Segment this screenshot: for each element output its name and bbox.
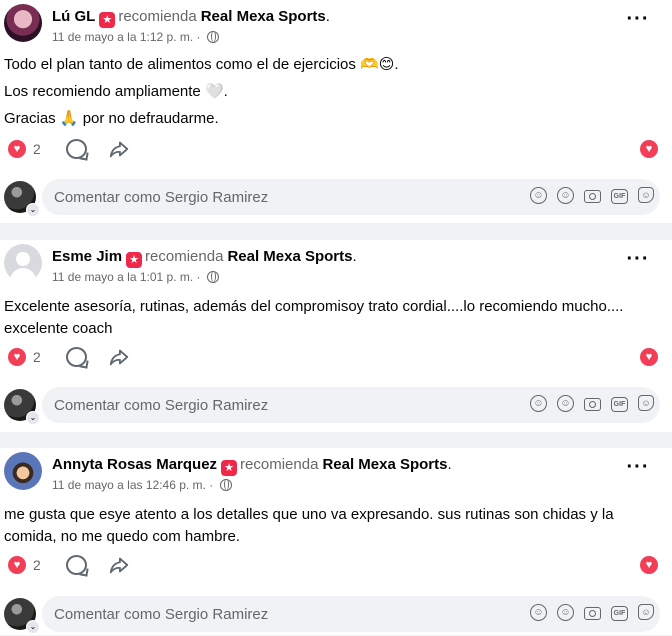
sticker-icon[interactable]: ☺: [638, 187, 654, 203]
chevron-down-icon[interactable]: ⌄: [26, 411, 40, 425]
emoji-icon[interactable]: ☺: [557, 395, 574, 412]
globe-icon: [219, 479, 232, 491]
post-body: Todo el plan tanto de alimentos como el …: [4, 54, 399, 135]
post-timestamp[interactable]: 11 de mayo a la 1:01 p. m. ·: [52, 270, 219, 284]
gif-icon[interactable]: GIF: [611, 397, 628, 412]
share-icon[interactable]: [108, 346, 130, 368]
author-name[interactable]: Annyta Rosas Marquez: [52, 456, 217, 473]
share-icon[interactable]: [108, 138, 130, 160]
post-header: Esme Jim ★ recomienda Real Mexa Sports. 11 …: [0, 240, 672, 290]
avatar-sticker-icon[interactable]: ☺: [530, 395, 547, 412]
post-paragraph: Gracias 🙏 por no defraudarme.: [4, 110, 219, 127]
post-paragraph: me gusta que esye atento a los detalles …: [4, 506, 614, 545]
comment-tools: ☺ ☺ GIF ☺: [520, 187, 654, 207]
recommend-star-icon: ★: [99, 12, 116, 28]
post-timestamp[interactable]: 11 de mayo a la 1:12 p. m. ·: [52, 30, 219, 44]
recommend-star-icon: ★: [221, 460, 238, 476]
sticker-icon[interactable]: ☺: [638, 604, 654, 620]
page-name[interactable]: Real Mexa Sports: [322, 456, 447, 473]
chevron-down-icon[interactable]: ⌄: [26, 203, 40, 217]
love-reaction-icon[interactable]: ♥: [640, 140, 658, 158]
camera-icon[interactable]: [584, 607, 601, 620]
avatar-sticker-icon[interactable]: ☺: [530, 604, 547, 621]
avatar-sticker-icon[interactable]: ☺: [530, 187, 547, 204]
post-timestamp[interactable]: 11 de mayo a las 12:46 p. m. ·: [52, 478, 232, 492]
page-name[interactable]: Real Mexa Sports: [227, 248, 352, 265]
page-name[interactable]: Real Mexa Sports: [201, 8, 326, 25]
comment-placeholder: Comentar como Sergio Ramirez: [54, 189, 269, 206]
emoji-icon[interactable]: ☺: [557, 604, 574, 621]
post-title-line: Lú GL ★ recomienda Real Mexa Sports.: [52, 8, 330, 28]
comment-icon[interactable]: [66, 139, 87, 159]
chevron-down-icon[interactable]: ⌄: [26, 620, 40, 634]
gif-icon[interactable]: GIF: [611, 189, 628, 204]
review-post-3: Annyta Rosas Marquez ★ recomienda Real Mexa…: [0, 448, 672, 635]
love-reaction-icon[interactable]: ♥: [640, 556, 658, 574]
globe-icon: [206, 271, 219, 283]
post-title-line: Esme Jim ★ recomienda Real Mexa Sports.: [52, 248, 357, 268]
emoji-icon[interactable]: ☺: [557, 187, 574, 204]
recommends-text: recomienda: [145, 248, 224, 265]
comment-tools: ☺ ☺ GIF ☺: [520, 604, 654, 624]
post-actions: ♥ 2 ♥: [0, 137, 672, 163]
comment-composer: ⌄ Comentar como Sergio Ramirez ☺ ☺ GIF ☺: [0, 596, 672, 636]
post-actions: ♥ 2 ♥: [0, 345, 672, 371]
comment-icon[interactable]: [66, 555, 87, 575]
love-reaction-icon[interactable]: ♥: [640, 348, 658, 366]
recommend-star-icon: ★: [126, 252, 143, 268]
comment-input[interactable]: Comentar como Sergio Ramirez ☺ ☺ GIF ☺: [42, 179, 660, 215]
camera-icon[interactable]: [584, 398, 601, 411]
review-post-2: Esme Jim ★ recomienda Real Mexa Sports. 11 …: [0, 240, 672, 432]
post-paragraph: Los recomiendo ampliamente 🤍.: [4, 83, 228, 100]
sticker-icon[interactable]: ☺: [638, 395, 654, 411]
post-paragraph: Todo el plan tanto de alimentos como el …: [4, 56, 399, 73]
author-avatar[interactable]: [4, 452, 42, 490]
globe-icon: [206, 31, 219, 43]
comment-icon[interactable]: [66, 347, 87, 367]
comment-placeholder: Comentar como Sergio Ramirez: [54, 397, 269, 414]
love-reaction-icon[interactable]: ♥: [8, 140, 26, 158]
comment-input[interactable]: Comentar como Sergio Ramirez ☺ ☺ GIF ☺: [42, 596, 660, 632]
camera-icon[interactable]: [584, 190, 601, 203]
comment-tools: ☺ ☺ GIF ☺: [520, 395, 654, 415]
author-avatar[interactable]: [4, 244, 42, 282]
reactions-count[interactable]: 2: [33, 557, 41, 573]
author-name[interactable]: Lú GL: [52, 8, 95, 25]
review-post-1: Lú GL ★ recomienda Real Mexa Sports. 11 de …: [0, 0, 672, 223]
comment-placeholder: Comentar como Sergio Ramirez: [54, 606, 269, 623]
gif-icon[interactable]: GIF: [611, 606, 628, 621]
reactions-count[interactable]: 2: [33, 141, 41, 157]
comment-composer: ⌄ Comentar como Sergio Ramirez ☺ ☺ GIF ☺: [0, 179, 672, 219]
comment-composer: ⌄ Comentar como Sergio Ramirez ☺ ☺ GIF ☺: [0, 387, 672, 427]
author-avatar[interactable]: [4, 4, 42, 42]
reactions-count[interactable]: 2: [33, 349, 41, 365]
love-reaction-icon[interactable]: ♥: [8, 556, 26, 574]
share-icon[interactable]: [108, 554, 130, 576]
post-header: Annyta Rosas Marquez ★ recomienda Real Mexa…: [0, 448, 672, 498]
recommends-text: recomienda: [240, 456, 319, 473]
love-reaction-icon[interactable]: ♥: [8, 348, 26, 366]
post-body: me gusta que esye atento a los detalles …: [4, 504, 666, 553]
post-body: Excelente asesoría, rutinas, además del …: [4, 296, 644, 345]
recommends-text: recomienda: [118, 8, 197, 25]
more-options-icon[interactable]: ···: [624, 249, 652, 274]
comment-input[interactable]: Comentar como Sergio Ramirez ☺ ☺ GIF ☺: [42, 387, 660, 423]
post-header: Lú GL ★ recomienda Real Mexa Sports. 11 de …: [0, 0, 672, 50]
post-paragraph: Excelente asesoría, rutinas, además del …: [4, 298, 624, 337]
more-options-icon[interactable]: ···: [624, 9, 652, 34]
more-options-icon[interactable]: ···: [624, 457, 652, 482]
post-actions: ♥ 2 ♥: [0, 553, 672, 579]
author-name[interactable]: Esme Jim: [52, 248, 122, 265]
post-title-line: Annyta Rosas Marquez ★ recomienda Real Mexa…: [52, 456, 452, 476]
